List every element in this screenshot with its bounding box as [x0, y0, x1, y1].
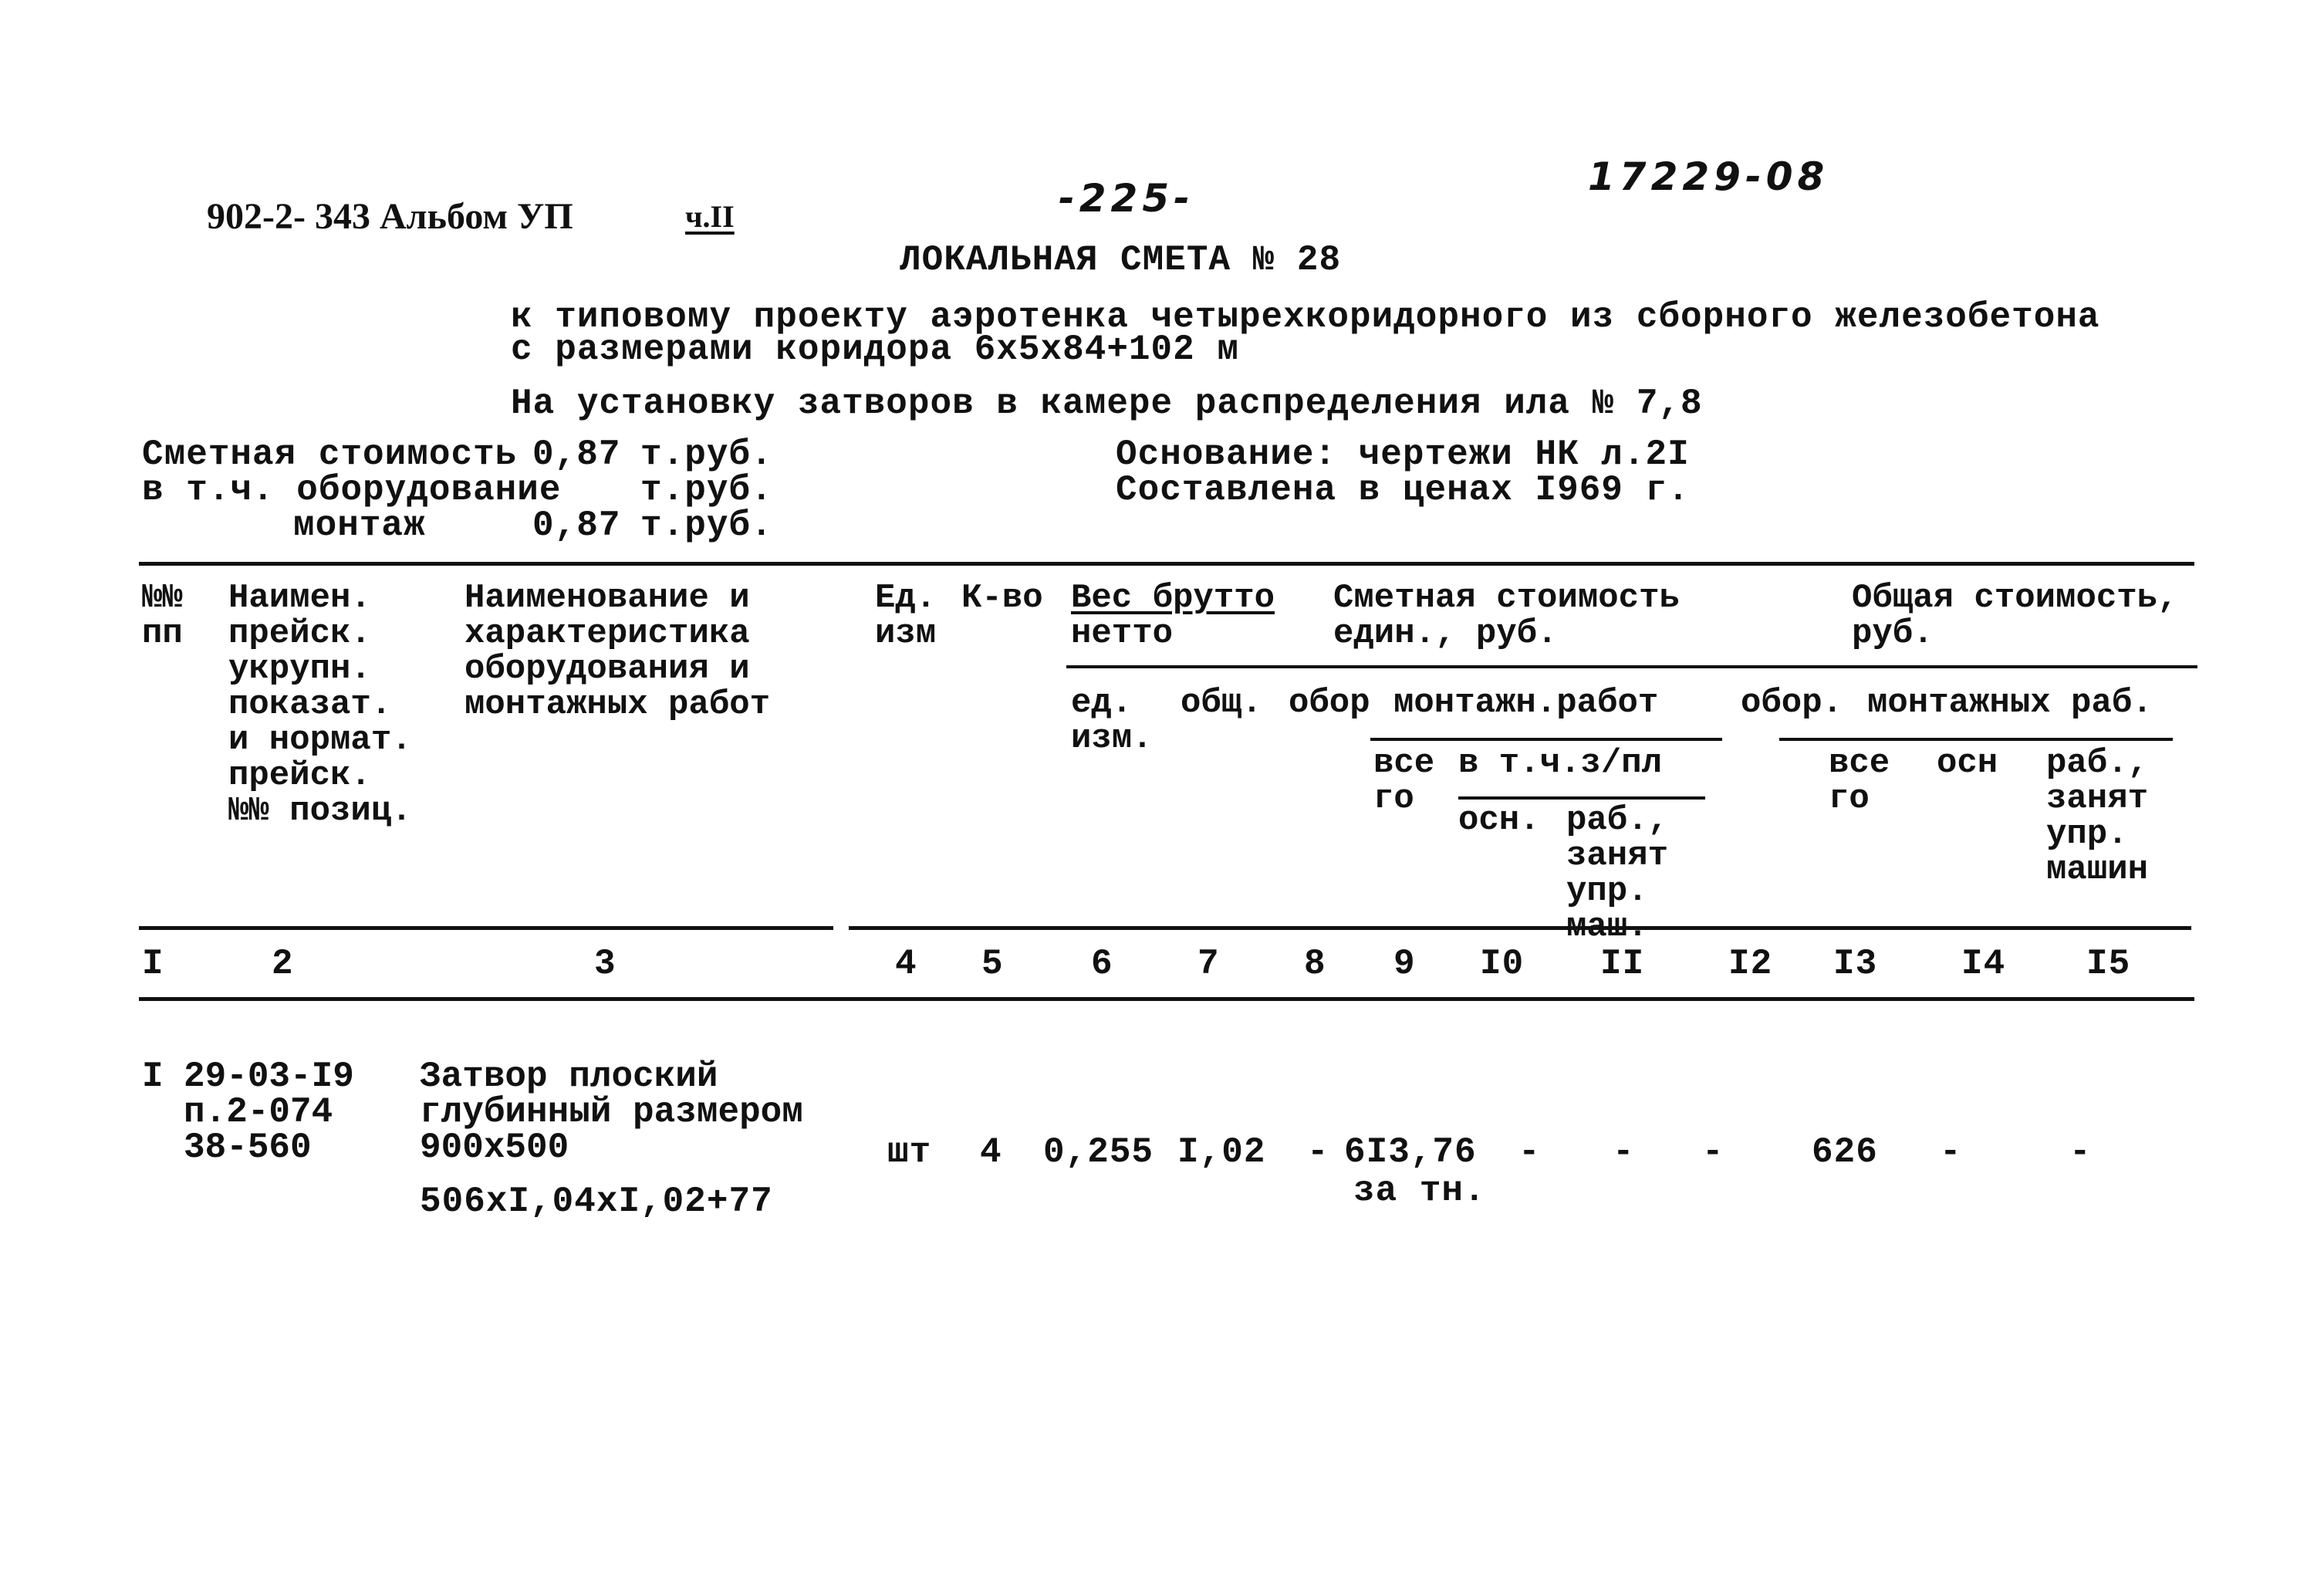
row-install-unit-cost: 6I3,76 — [1344, 1132, 1477, 1172]
header-divider-total-install — [1779, 738, 2173, 741]
header-col-11: раб., занят упр. маш. — [1566, 801, 1669, 946]
table-top-rule — [139, 562, 2194, 566]
row-wage-base: - — [1518, 1132, 1541, 1172]
column-number-15: I5 — [2086, 944, 2131, 984]
basis-text: Основание: чертежи НК л.2I — [1116, 435, 1690, 475]
header-bottom-rule-right — [849, 926, 2191, 930]
row-install-base-total: - — [1940, 1132, 1962, 1172]
column-number-5: 5 — [981, 944, 1004, 984]
install-value: 0,87 — [532, 506, 621, 546]
header-divider-wages — [1458, 796, 1705, 800]
row-item-name: Затвор плоский глубинный размером 900х50… — [420, 1057, 803, 1168]
column-number-11: II — [1600, 944, 1645, 984]
header-install-works: монтажн.работ — [1393, 684, 1659, 722]
header-divider-1 — [1066, 665, 2197, 668]
row-weight-unit: 0,255 — [1043, 1132, 1154, 1172]
album-code: 902-2- 343 Альбом УП — [207, 196, 573, 237]
cost-label: Сметная стоимость — [142, 435, 518, 475]
row-formula: 506хI,04хI,02+77 — [420, 1182, 773, 1222]
column-numbers-bottom-rule — [139, 997, 2194, 1001]
column-number-9: 9 — [1393, 944, 1416, 984]
header-col-13: все го — [1829, 744, 1890, 818]
incl-equipment-label: в т.ч. оборудование — [142, 470, 562, 510]
header-col-1: №№ пп — [142, 579, 183, 653]
row-wage-machines: - — [1613, 1132, 1635, 1172]
row-install-unit-note: за тн. — [1353, 1171, 1486, 1211]
row-equipment-total: - — [1702, 1132, 1724, 1172]
column-number-10: I0 — [1480, 944, 1525, 984]
install-unit: т.руб. — [640, 506, 773, 546]
document-title: ЛОКАЛЬНАЯ СМЕТА № 28 — [900, 240, 1342, 280]
header-col-8: обор — [1289, 684, 1370, 722]
header-total-equipment: обор. — [1741, 684, 1843, 722]
column-number-3: 3 — [594, 944, 616, 984]
header-total-install: монтажных раб. — [1867, 684, 2153, 722]
equipment-unit: т.руб. — [640, 470, 773, 510]
header-total-cost: Общая стоимость, руб. — [1852, 579, 2178, 653]
page-number: -225- — [1059, 176, 1194, 221]
header-incl-wages: в т.ч.з/пл — [1458, 744, 1663, 783]
header-col-2: Наимен. прейск. укрупн. показат. и норма… — [228, 579, 412, 830]
row-quantity: 4 — [980, 1132, 1002, 1172]
column-number-1: I — [142, 944, 164, 984]
column-number-7: 7 — [1197, 944, 1220, 984]
header-col-10: осн. — [1458, 801, 1540, 840]
column-number-2: 2 — [272, 944, 294, 984]
column-number-4: 4 — [895, 944, 917, 984]
header-col-5: К-во — [961, 579, 1043, 617]
row-number: I — [142, 1057, 164, 1097]
purpose-line: На установку затворов в камере распредел… — [511, 384, 1703, 424]
header-col-4: Ед. изм — [875, 579, 937, 653]
header-col-3: Наименование и характеристика оборудован… — [464, 579, 771, 724]
header-col-7: общ. — [1181, 684, 1262, 722]
header-col-9: все го — [1373, 744, 1435, 818]
prices-year-text: Составлена в ценах I969 г. — [1116, 470, 1690, 510]
row-price-reference: 29-03-I9 п.2-074 38-560 — [184, 1057, 354, 1168]
header-unit-cost: Сметная стоимость един., руб. — [1333, 579, 1680, 653]
cost-value: 0,87 — [532, 435, 621, 475]
header-col-14: осн — [1937, 744, 1998, 783]
row-install-machines-total: - — [2069, 1132, 2092, 1172]
row-equipment-unit-cost: - — [1307, 1132, 1329, 1172]
header-weight-brutto: Вес брутто — [1071, 579, 1275, 617]
document-number: 17229-08 — [1588, 154, 1829, 199]
header-divider-install — [1370, 738, 1722, 741]
subtitle-line-2: с размерами коридора 6х5х84+102 м — [511, 330, 1239, 370]
header-bottom-rule-left — [139, 926, 833, 930]
row-weight-total: I,02 — [1177, 1132, 1266, 1172]
cost-unit: т.руб. — [640, 435, 773, 475]
column-number-8: 8 — [1304, 944, 1326, 984]
column-number-13: I3 — [1833, 944, 1878, 984]
header-col-15: раб., занят упр. машин — [2046, 744, 2149, 889]
column-number-12: I2 — [1728, 944, 1773, 984]
header-col-6: ед. изм. — [1071, 684, 1153, 758]
row-install-total: 626 — [1812, 1132, 1878, 1172]
install-label: монтаж — [293, 506, 426, 546]
header-weight-netto: нетто — [1071, 614, 1174, 653]
column-number-6: 6 — [1091, 944, 1113, 984]
column-number-14: I4 — [1961, 944, 2006, 984]
row-unit: шт — [887, 1132, 932, 1172]
album-part: ч.II — [685, 199, 735, 234]
